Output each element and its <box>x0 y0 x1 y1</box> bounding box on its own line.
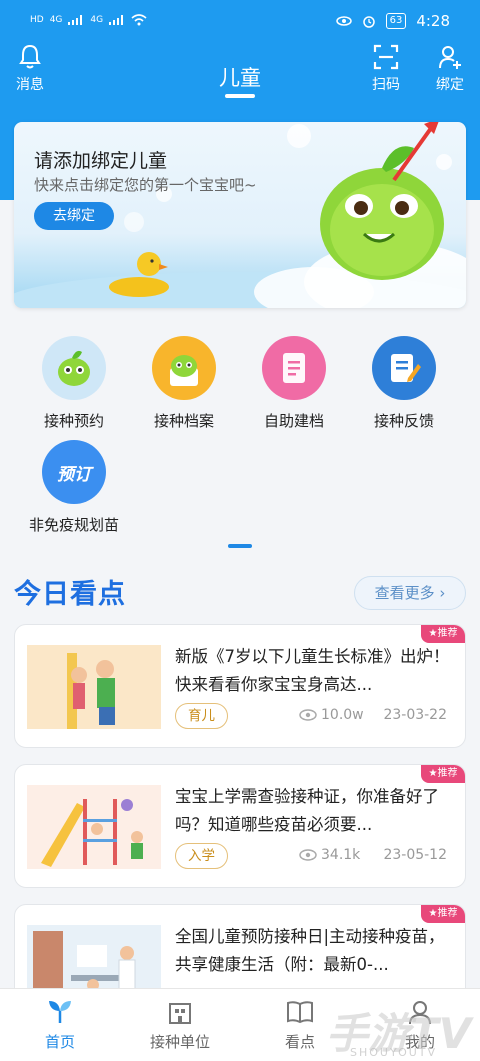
menu-item-self-register[interactable]: 自助建档 <box>239 336 349 431</box>
signal-icon <box>68 15 83 25</box>
hd-label: HD <box>30 15 44 25</box>
article-views: 34.1k <box>299 847 360 863</box>
building-icon <box>169 1003 191 1024</box>
menu-label: 自助建档 <box>263 412 324 430</box>
tab-label: 首页 <box>44 1033 75 1051</box>
menu-label: 非免疫规划苗 <box>28 516 119 534</box>
signal-icon-2 <box>109 15 124 25</box>
feedback-icon <box>372 336 436 400</box>
eye-icon <box>335 16 352 26</box>
eye-icon <box>299 709 317 721</box>
article-tag: 育儿 <box>175 703 228 729</box>
banner-title: 请添加绑定儿童 <box>34 150 168 172</box>
add-user-icon <box>439 46 461 69</box>
bind-label: 绑定 <box>436 77 464 93</box>
clock: 4:28 <box>416 12 450 30</box>
article-title: 全国儿童预防接种日|主动接种疫苗，共享健康生活（附：最新0-... <box>175 927 445 974</box>
scan-button[interactable]: 扫码 <box>356 44 416 94</box>
tab-label: 接种单位 <box>149 1033 210 1051</box>
mascot-file-icon <box>152 336 216 400</box>
watermark-subtext: SHOUYOUTV <box>350 1046 438 1059</box>
menu-item-non-immune-vaccine[interactable]: 预订 非免疫规划苗 <box>19 440 129 535</box>
banner-subtitle: 快来点击绑定您的第一个宝宝吧~ <box>34 176 257 194</box>
menu-item-feedback[interactable]: 接种反馈 <box>349 336 459 431</box>
menu-item-appointment[interactable]: 接种预约 <box>19 336 129 431</box>
bind-child-banner[interactable]: 请添加绑定儿童 快来点击绑定您的第一个宝宝吧~ 去绑定 <box>14 122 466 308</box>
article-card[interactable]: ★推荐 宝宝上学需查验接种证，你准备好了吗？知道哪些疫苗必须要... 入学 34… <box>14 764 466 888</box>
bind-button[interactable]: 绑定 <box>420 44 480 94</box>
top-nav: 消息 儿童 扫码 绑定 <box>0 44 480 104</box>
tab-label: 看点 <box>284 1033 315 1051</box>
article-date: 23-03-22 <box>383 707 447 723</box>
mascot-icon <box>42 336 106 400</box>
menu-label: 接种预约 <box>43 412 104 430</box>
tab-home[interactable]: 首页 <box>10 999 110 1052</box>
scan-icon <box>373 44 399 70</box>
eye-icon <box>299 849 317 861</box>
article-date: 23-05-12 <box>383 847 447 863</box>
network-label: 4G <box>49 15 63 25</box>
battery-indicator: 63 <box>385 13 407 29</box>
alarm-icon <box>362 16 375 28</box>
article-views: 10.0w <box>299 707 364 723</box>
status-bar: HD 4G 4G 63 4:28 <box>0 0 480 42</box>
article-thumbnail <box>27 645 161 729</box>
menu-page-indicator <box>228 544 252 548</box>
book-icon <box>287 1001 313 1024</box>
network-label-2: 4G <box>90 15 104 25</box>
tab-vaccination-units[interactable]: 接种单位 <box>130 999 230 1052</box>
order-icon-text: 预订 <box>57 464 91 485</box>
menu-item-records[interactable]: 接种档案 <box>129 336 239 431</box>
go-bind-button[interactable]: 去绑定 <box>34 202 114 230</box>
wifi-icon <box>131 14 147 26</box>
section-title: 今日看点 <box>14 579 126 610</box>
scan-label: 扫码 <box>372 77 400 93</box>
sprout-icon <box>49 1001 71 1023</box>
article-thumbnail <box>27 785 161 869</box>
status-right: 63 4:28 <box>335 12 450 30</box>
recommend-badge: ★推荐 <box>421 625 465 643</box>
recommend-badge: ★推荐 <box>421 765 465 783</box>
views-count: 10.0w <box>321 707 364 723</box>
recommend-badge: ★推荐 <box>421 905 465 923</box>
title-underline <box>225 94 255 98</box>
document-icon <box>262 336 326 400</box>
order-icon: 预订 <box>42 440 106 504</box>
article-tag: 入学 <box>175 843 228 869</box>
article-card[interactable]: ★推荐 新版《7岁以下儿童生长标准》出炉！快来看看你家宝宝身高达... 育儿 1… <box>14 624 466 748</box>
article-title: 新版《7岁以下儿童生长标准》出炉！快来看看你家宝宝身高达... <box>175 647 450 694</box>
signal-indicators: HD 4G 4G <box>30 14 147 26</box>
menu-label: 接种反馈 <box>373 412 434 430</box>
view-more-button[interactable]: 查看更多 › <box>354 576 466 610</box>
article-title: 宝宝上学需查验接种证，你准备好了吗？知道哪些疫苗必须要... <box>175 787 439 834</box>
menu-label: 接种档案 <box>153 412 214 430</box>
views-count: 34.1k <box>321 847 361 863</box>
